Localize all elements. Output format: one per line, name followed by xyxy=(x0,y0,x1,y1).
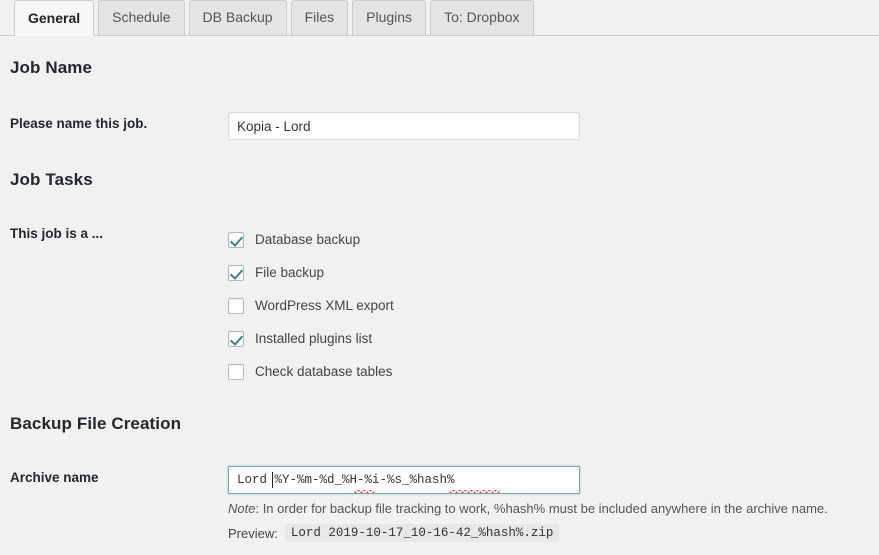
tab-schedule[interactable]: Schedule xyxy=(98,0,185,35)
task-row-file-backup[interactable]: File backup xyxy=(228,256,869,289)
archive-preview-row: Preview: Lord 2019-10-17_10-16-42_%hash%… xyxy=(228,524,869,542)
tab-db-backup-label: DB Backup xyxy=(202,9,273,25)
task-label-check-database-tables[interactable]: Check database tables xyxy=(255,364,392,379)
job-name-field-wrap xyxy=(228,112,869,140)
archive-name-note: Note: In order for backup file tracking … xyxy=(228,501,869,516)
note-prefix: Note xyxy=(228,501,256,516)
checkbox-wordpress-xml-export[interactable] xyxy=(228,297,244,314)
archive-name-row: Archive name Note: In order for backup f… xyxy=(10,466,869,542)
preview-value: Lord 2019-10-17_10-16-42_%hash%.zip xyxy=(284,524,560,542)
checkbox-database-backup[interactable] xyxy=(228,231,244,248)
settings-content: Job Name Please name this job. Job Tasks… xyxy=(0,58,879,542)
job-tasks-label: This job is a ... xyxy=(10,226,104,241)
job-tasks-row: This job is a ... Database backup File b… xyxy=(10,222,869,388)
task-label-database-backup[interactable]: Database backup xyxy=(255,232,360,247)
archive-input-container xyxy=(228,466,580,494)
task-label-installed-plugins-list[interactable]: Installed plugins list xyxy=(255,331,372,346)
tab-general-label: General xyxy=(28,10,81,26)
tab-general[interactable]: General xyxy=(14,0,95,36)
tab-schedule-label: Schedule xyxy=(112,9,171,25)
tab-files-label: Files xyxy=(304,9,335,25)
tab-plugins[interactable]: Plugins xyxy=(352,0,427,35)
job-name-row: Please name this job. xyxy=(10,112,869,140)
archive-name-input[interactable] xyxy=(228,466,580,494)
tab-strip: General Schedule DB Backup Files Plugins… xyxy=(0,0,879,36)
tab-plugins-label: Plugins xyxy=(366,9,413,25)
tab-db-backup[interactable]: DB Backup xyxy=(188,0,287,35)
tab-files[interactable]: Files xyxy=(290,0,349,35)
job-tasks-checkbox-list: Database backup File backup WordPress XM… xyxy=(228,222,869,388)
job-tasks-section-title: Job Tasks xyxy=(10,170,93,189)
checkbox-installed-plugins-list[interactable] xyxy=(228,330,244,347)
text-caret xyxy=(272,472,273,488)
archive-name-label: Archive name xyxy=(10,470,99,485)
task-row-installed-plugins-list[interactable]: Installed plugins list xyxy=(228,322,869,355)
spellcheck-underline-2 xyxy=(449,490,501,493)
job-name-section-title: Job Name xyxy=(10,58,93,77)
spellcheck-underline-1 xyxy=(354,490,375,493)
archive-name-field-wrap: Note: In order for backup file tracking … xyxy=(228,466,869,542)
checkbox-file-backup[interactable] xyxy=(228,264,244,281)
preview-label: Preview: xyxy=(228,525,278,541)
job-name-label: Please name this job. xyxy=(10,116,148,131)
task-label-wordpress-xml-export[interactable]: WordPress XML export xyxy=(255,298,394,313)
job-name-input[interactable] xyxy=(228,112,580,140)
tab-to-dropbox-label: To: Dropbox xyxy=(444,9,520,25)
tab-to-dropbox[interactable]: To: Dropbox xyxy=(430,0,534,35)
task-row-wordpress-xml-export[interactable]: WordPress XML export xyxy=(228,289,869,322)
task-label-file-backup[interactable]: File backup xyxy=(255,265,324,280)
backup-file-creation-section-title: Backup File Creation xyxy=(10,414,182,433)
task-row-check-database-tables[interactable]: Check database tables xyxy=(228,355,869,388)
checkbox-check-database-tables[interactable] xyxy=(228,363,244,380)
task-row-database-backup[interactable]: Database backup xyxy=(228,223,869,256)
note-text: : In order for backup file tracking to w… xyxy=(255,501,828,516)
